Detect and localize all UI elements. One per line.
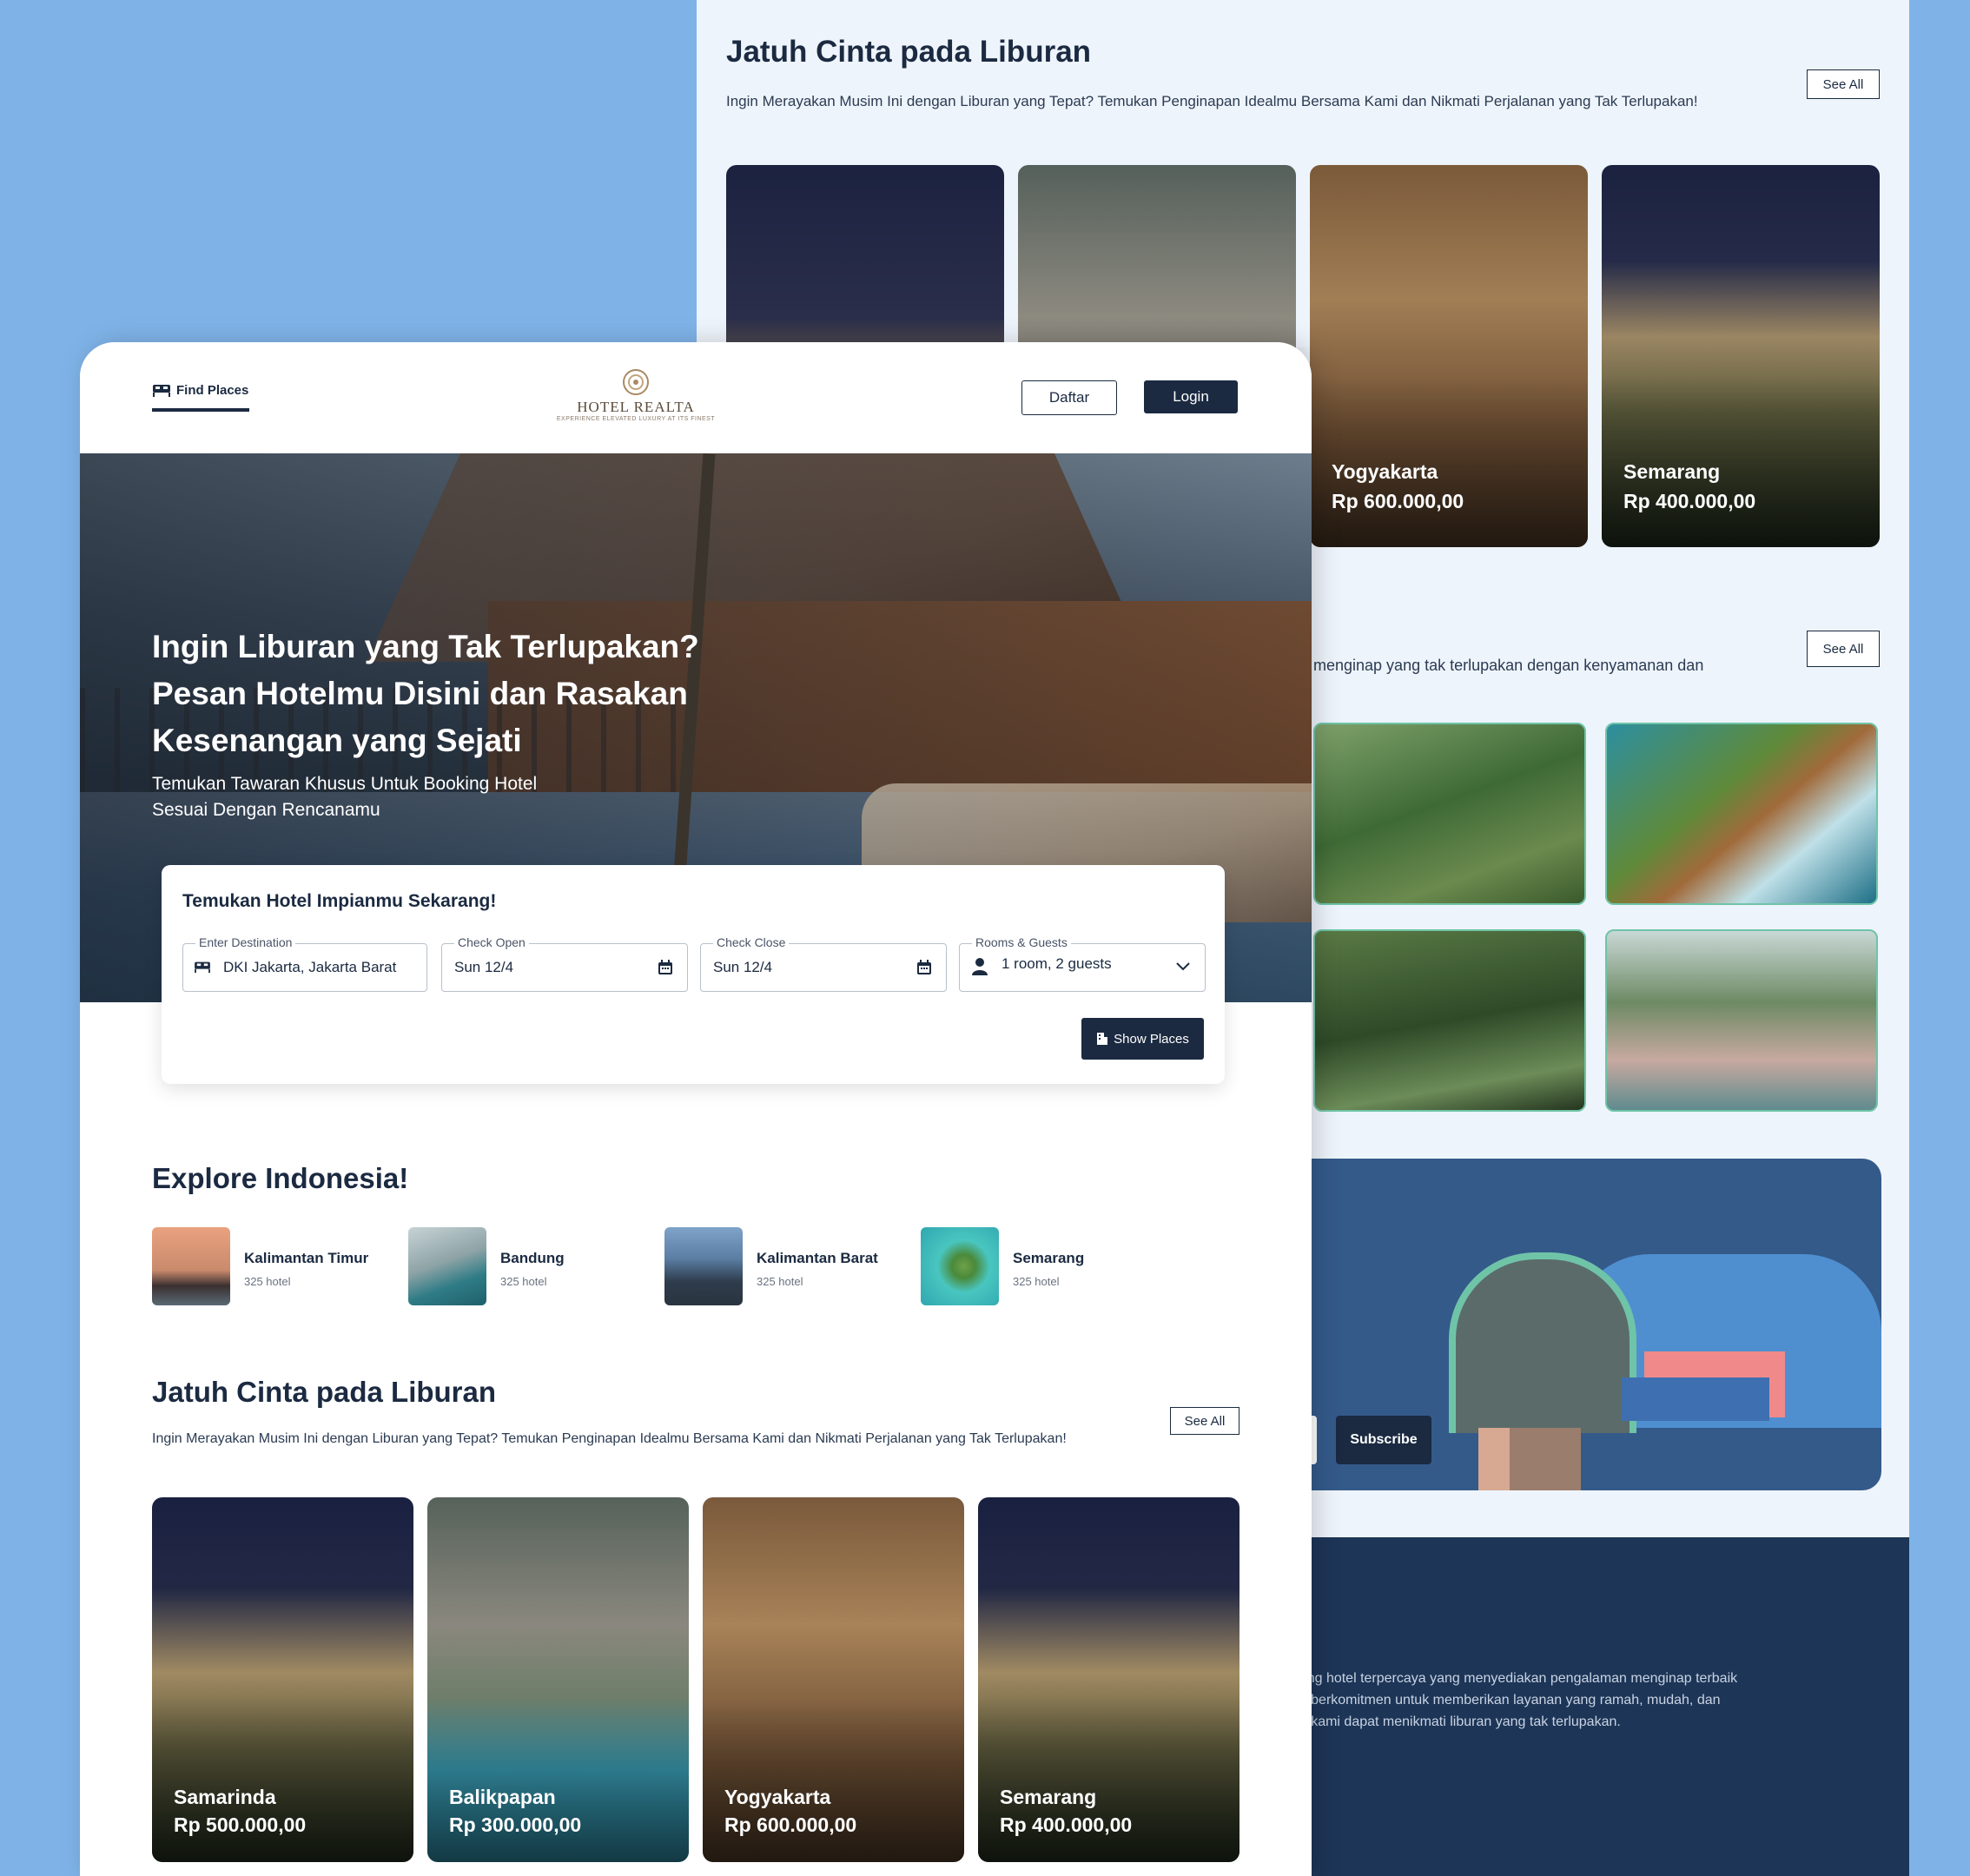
- subscribe-button[interactable]: Subscribe: [1336, 1416, 1431, 1464]
- check-open-label: Check Open: [454, 935, 529, 949]
- hero-subtitle: Temukan Tawaran Khusus Untuk Booking Hot…: [152, 774, 538, 820]
- check-close-field[interactable]: Check Close Sun 12/4: [700, 935, 947, 992]
- back-partial-description: menginap yang tak terlupakan dengan keny…: [1313, 657, 1704, 674]
- bed-icon: [195, 961, 210, 974]
- back-hotel-card-yogyakarta[interactable]: Yogyakarta Rp 600.000,00: [1310, 165, 1588, 547]
- explore-name: Kalimantan Timur: [244, 1250, 369, 1266]
- check-close-value: Sun 12/4: [713, 959, 773, 975]
- decor-block-peach: [1478, 1428, 1510, 1490]
- hotel-card-balikpapan[interactable]: Balikpapan Rp 300.000,00: [427, 1497, 689, 1862]
- logo-emblem-icon: [623, 369, 649, 395]
- calendar-icon[interactable]: [916, 960, 932, 975]
- chevron-down-icon: [1176, 962, 1190, 971]
- search-heading: Temukan Hotel Impianmu Sekarang!: [182, 891, 497, 911]
- love-section-description: Ingin Merayakan Musim Ini dengan Liburan…: [152, 1431, 1067, 1446]
- back-section-title: Jatuh Cinta pada Liburan: [726, 35, 1092, 69]
- nature-photo-coast[interactable]: [1605, 723, 1878, 905]
- decor-arch-green: [1449, 1252, 1636, 1433]
- explore-thumb: [921, 1227, 999, 1305]
- navbar: Find Places HOTEL REALTA EXPERIENCE ELEV…: [80, 342, 1312, 452]
- building-icon: [1097, 1033, 1108, 1045]
- card-price: Rp 400.000,00: [1000, 1813, 1133, 1836]
- search-card: Temukan Hotel Impianmu Sekarang! Enter D…: [162, 865, 1225, 1084]
- card-city: Semarang: [1000, 1786, 1097, 1808]
- explore-thumb: [664, 1227, 743, 1305]
- hotel-card-yogyakarta[interactable]: Yogyakarta Rp 600.000,00: [703, 1497, 964, 1862]
- logo-name: HOTEL REALTA: [577, 399, 695, 415]
- check-open-field[interactable]: Check Open Sun 12/4: [441, 935, 688, 992]
- destination-value: DKI Jakarta, Jakarta Barat: [223, 959, 397, 975]
- card-price: Rp 600.000,00: [1332, 490, 1464, 512]
- nav-active-underline: [152, 408, 249, 412]
- explore-name: Bandung: [500, 1250, 565, 1266]
- find-places-label: Find Places: [176, 382, 249, 398]
- card-price: Rp 600.000,00: [724, 1813, 857, 1836]
- footer-description: form booking hotel terpercaya yang menye…: [1242, 1671, 1738, 1729]
- explore-thumb: [152, 1227, 230, 1305]
- destination-field[interactable]: Enter Destination DKI Jakarta, Jakarta B…: [182, 935, 427, 992]
- card-price: Rp 300.000,00: [449, 1813, 582, 1836]
- back-hotel-card-semarang[interactable]: Semarang Rp 400.000,00: [1602, 165, 1880, 547]
- rooms-guests-value: 1 room, 2 guests: [1002, 955, 1112, 972]
- explore-thumb: [408, 1227, 486, 1305]
- card-city: Balikpapan: [449, 1786, 556, 1808]
- explore-title: Explore Indonesia!: [152, 1162, 409, 1194]
- card-city: Samarinda: [174, 1786, 276, 1808]
- hotel-card-semarang[interactable]: Semarang Rp 400.000,00: [978, 1497, 1240, 1862]
- nav-find-places[interactable]: Find Places: [152, 382, 248, 398]
- rooms-guests-select[interactable]: Rooms & Guests 1 room, 2 guests: [959, 935, 1206, 992]
- show-places-button[interactable]: Show Places: [1081, 1018, 1204, 1060]
- explore-count: 325 hotel: [244, 1275, 291, 1288]
- person-icon: [972, 958, 988, 975]
- card-price: Rp 400.000,00: [1623, 490, 1756, 512]
- nature-photo-forest[interactable]: [1313, 929, 1586, 1112]
- decor-block-blue: [1622, 1377, 1769, 1421]
- hotel-logo[interactable]: HOTEL REALTA EXPERIENCE ELEVATED LUXURY …: [549, 367, 723, 422]
- decor-block-brown: [1510, 1428, 1581, 1490]
- card-price: Rp 500.000,00: [174, 1813, 307, 1836]
- card-city: Semarang: [1623, 460, 1721, 483]
- back-section-description: Ingin Merayakan Musim Ini dengan Liburan…: [726, 93, 1698, 109]
- register-button[interactable]: Daftar: [1021, 380, 1117, 415]
- love-section-title: Jatuh Cinta pada Liburan: [152, 1376, 497, 1408]
- footer: form booking hotel terpercaya yang menye…: [1242, 1537, 1909, 1876]
- check-close-label: Check Close: [713, 935, 790, 949]
- hero-title: Ingin Liburan yang Tak Terlupakan? Pesan…: [152, 629, 699, 758]
- bed-icon: [153, 385, 170, 397]
- explore-name: Semarang: [1013, 1250, 1085, 1266]
- card-city: Yogyakarta: [1332, 460, 1438, 483]
- explore-name: Kalimantan Barat: [757, 1250, 878, 1266]
- love-see-all-button[interactable]: See All: [1170, 1407, 1240, 1435]
- explore-count: 325 hotel: [757, 1275, 803, 1288]
- newsletter-banner: Subscribe: [1242, 1159, 1881, 1490]
- login-button[interactable]: Login: [1144, 380, 1238, 413]
- show-places-label: Show Places: [1114, 1031, 1189, 1047]
- calendar-icon[interactable]: [658, 960, 673, 975]
- back-see-all-button[interactable]: See All: [1807, 69, 1880, 99]
- nature-photo-hills[interactable]: [1313, 723, 1586, 905]
- explore-count: 325 hotel: [500, 1275, 547, 1288]
- card-city: Yogyakarta: [724, 1786, 831, 1808]
- destination-label: Enter Destination: [195, 935, 296, 949]
- front-page: Find Places HOTEL REALTA EXPERIENCE ELEV…: [80, 342, 1312, 1876]
- rooms-guests-label: Rooms & Guests: [972, 935, 1071, 949]
- hotel-card-samarinda[interactable]: Samarinda Rp 500.000,00: [152, 1497, 413, 1862]
- back-see-all-button-2[interactable]: See All: [1807, 631, 1880, 667]
- check-open-value: Sun 12/4: [454, 959, 514, 975]
- explore-count: 325 hotel: [1013, 1275, 1060, 1288]
- nature-photo-palms[interactable]: [1605, 929, 1878, 1112]
- logo-tagline: EXPERIENCE ELEVATED LUXURY AT ITS FINEST: [556, 416, 716, 422]
